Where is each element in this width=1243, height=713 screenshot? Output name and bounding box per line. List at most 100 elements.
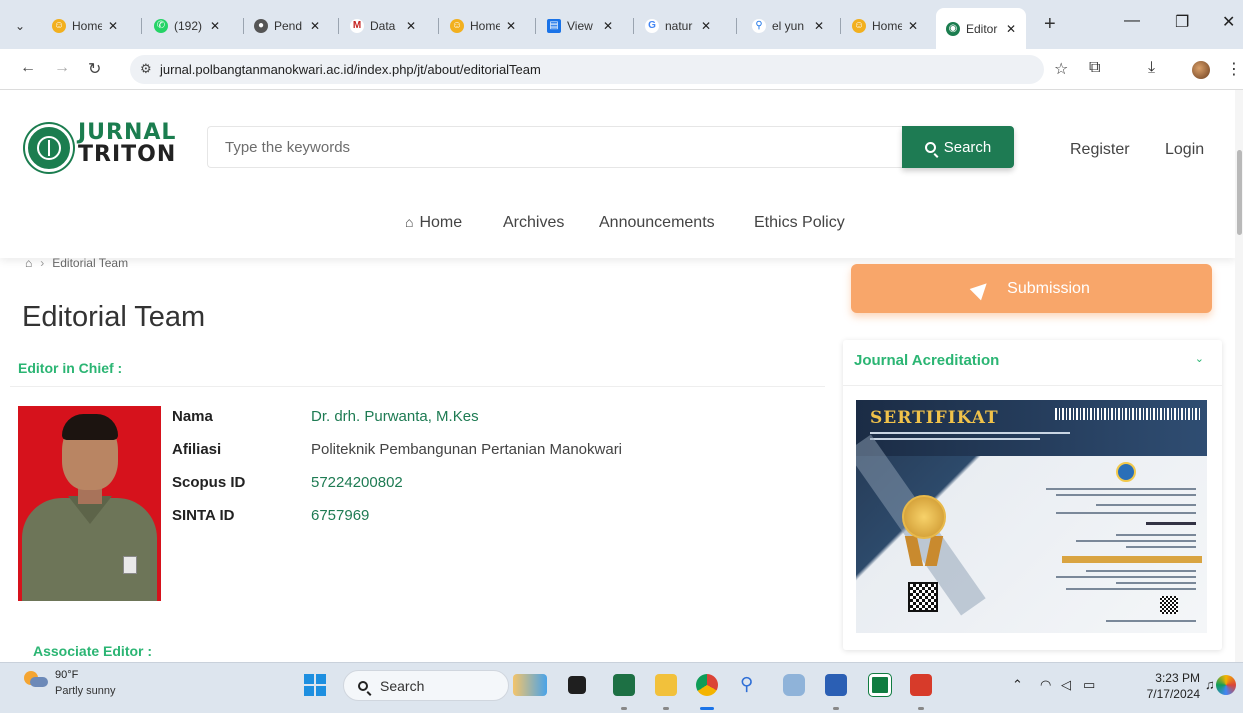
chrome-icon[interactable] [696,674,718,696]
browser-tab[interactable]: ☺ Home ✕ [450,14,516,38]
browser-tab[interactable]: ⚲ el yun ✕ [752,14,824,38]
page-viewport: JURNAL TRITON Search Register Login ⌂Hom… [0,90,1243,662]
browser-menu-icon[interactable]: ⋮ [1226,59,1242,79]
site-header: JURNAL TRITON Search Register Login ⌂Hom… [0,90,1236,258]
qr-code-icon [908,582,938,612]
forward-arrow-icon[interactable]: → [54,59,70,77]
browser-tab[interactable]: ● Pend ✕ [254,14,320,38]
nav-announcements[interactable]: Announcements [599,214,715,232]
sinta-id-link[interactable]: 6757969 [311,507,369,524]
editor-name-link[interactable]: Dr. drh. Purwanta, M.Kes [311,408,479,425]
home-icon[interactable]: ⌂ [25,256,32,270]
smiley-icon: ☺ [852,19,866,33]
paper-plane-icon [969,277,993,300]
address-bar[interactable]: ⚙ jurnal.polbangtanmanokwari.ac.id/index… [130,55,1044,84]
page-scrollbar[interactable] [1235,90,1243,662]
submission-button[interactable]: Submission [851,264,1212,313]
restore-icon[interactable]: ❐ [1175,12,1189,32]
tab-search-menu[interactable]: ⌄ [8,14,32,38]
breadcrumb: ⌂ › Editorial Team [25,256,128,270]
nav-home[interactable]: ⌂ Home [405,214,462,232]
search-icon [924,141,936,153]
close-icon[interactable]: ✕ [1006,22,1016,36]
breadcrumb-current: Editorial Team [52,256,129,270]
volume-icon[interactable]: ◁ [1061,677,1071,693]
login-link[interactable]: Login [1165,141,1204,159]
accreditation-title[interactable]: Journal Acreditation [854,352,999,369]
jurnal-triton-logo-icon[interactable] [25,124,73,172]
widgets-app-icon[interactable] [513,674,547,696]
close-icon[interactable]: ✕ [603,19,613,33]
scopus-id-link[interactable]: 57224200802 [311,474,403,491]
bookmark-star-icon[interactable]: ☆ [1054,59,1068,79]
browser-tab[interactable]: M Data ✕ [350,14,416,38]
certificate-title: SERTIFIKAT [870,408,999,428]
editor-in-chief-heading: Editor in Chief : [18,360,123,376]
close-icon[interactable]: ✕ [908,19,918,33]
profile-avatar[interactable] [1192,61,1210,79]
taskbar-search[interactable]: Search [343,670,509,701]
accreditation-certificate-image[interactable]: SERTIFIKAT [856,400,1207,633]
nav-archives[interactable]: Archives [503,214,564,232]
site-settings-icon[interactable]: ⚙ [140,61,152,77]
minimize-icon[interactable]: — [1124,12,1140,30]
search-icon [358,680,368,691]
wifi-icon[interactable]: ◠ [1040,677,1051,693]
task-view-icon[interactable] [568,676,586,694]
smiley-icon: ☺ [52,19,66,33]
search-input[interactable] [207,126,902,168]
close-icon[interactable]: ✕ [506,19,516,33]
download-icon[interactable]: ⤓ [1148,59,1155,77]
browser-tab[interactable]: ▤ View ✕ [547,14,613,38]
browser-tab[interactable]: ☺ Home ✕ [852,14,918,38]
new-tab-plus-icon[interactable]: + [1044,13,1056,36]
close-icon[interactable]: ✕ [310,19,320,33]
editor-affiliation: Politeknik Pembangunan Pertanian Manokwa… [311,441,623,458]
windows-taskbar: 90°F Partly sunny Search ⚲ ⌃ ◠ ◁ ▭ 3:23 … [0,662,1243,713]
browser-tab-strip: ⌄ ☺ Home ✕ ✆ (192) ✕ ● Pend ✕ M Data ✕ ☺… [0,0,1243,49]
excel-icon[interactable] [613,674,635,696]
section-divider [10,386,825,387]
gmail-icon: M [350,19,364,33]
xbox-app-icon[interactable] [869,674,891,696]
search-button[interactable]: Search [902,126,1014,168]
whatsapp-icon: ✆ [154,19,168,33]
register-link[interactable]: Register [1070,141,1130,159]
partly-sunny-icon [24,671,48,687]
site-logo-text[interactable]: JURNAL TRITON [78,122,176,166]
close-icon[interactable]: ✕ [701,19,711,33]
nav-ethics-policy[interactable]: Ethics Policy [754,214,845,232]
reload-icon[interactable]: ↻ [88,59,101,79]
windows-start-icon[interactable] [304,674,326,696]
battery-icon[interactable]: ▭ [1083,677,1095,693]
browser-tab[interactable]: ✆ (192) ✕ [154,14,220,38]
chevron-down-icon[interactable]: ⌄ [1195,352,1204,365]
camera-app-icon[interactable] [783,674,805,696]
notification-bell-icon[interactable]: ♫ [1205,677,1215,692]
file-explorer-icon[interactable] [655,674,677,696]
page-title: Editorial Team [22,301,206,333]
chevron-up-icon[interactable]: ⌃ [1012,677,1023,693]
extensions-puzzle-icon[interactable]: ⧉ [1089,59,1100,77]
address-toolbar: ← → ↻ ⚙ jurnal.polbangtanmanokwari.ac.id… [0,49,1243,90]
breadcrumb-separator: › [40,256,45,270]
smiley-icon: ☺ [450,19,464,33]
system-clock[interactable]: 3:23 PM 7/17/2024 [1140,670,1200,702]
network-share-icon[interactable]: ⚲ [740,674,762,696]
url-text[interactable]: jurnal.polbangtanmanokwari.ac.id/index.p… [160,62,541,77]
seal-icon [1116,462,1136,482]
word-icon[interactable] [825,674,847,696]
back-arrow-icon[interactable]: ← [20,59,36,77]
powerpoint-icon[interactable] [910,674,932,696]
close-icon[interactable]: ✕ [108,19,118,33]
browser-tab[interactable]: ☺ Home ✕ [52,14,118,38]
close-icon[interactable]: ✕ [406,19,416,33]
close-icon[interactable]: ✕ [210,19,220,33]
copilot-icon[interactable] [1216,675,1236,695]
window-close-icon[interactable]: ✕ [1222,12,1235,32]
browser-tab-active[interactable]: ◉ Editor ✕ [936,8,1027,49]
globe-icon: ● [254,19,268,33]
browser-tab[interactable]: G natur ✕ [645,14,711,38]
medal-icon [902,495,946,539]
close-icon[interactable]: ✕ [814,19,824,33]
